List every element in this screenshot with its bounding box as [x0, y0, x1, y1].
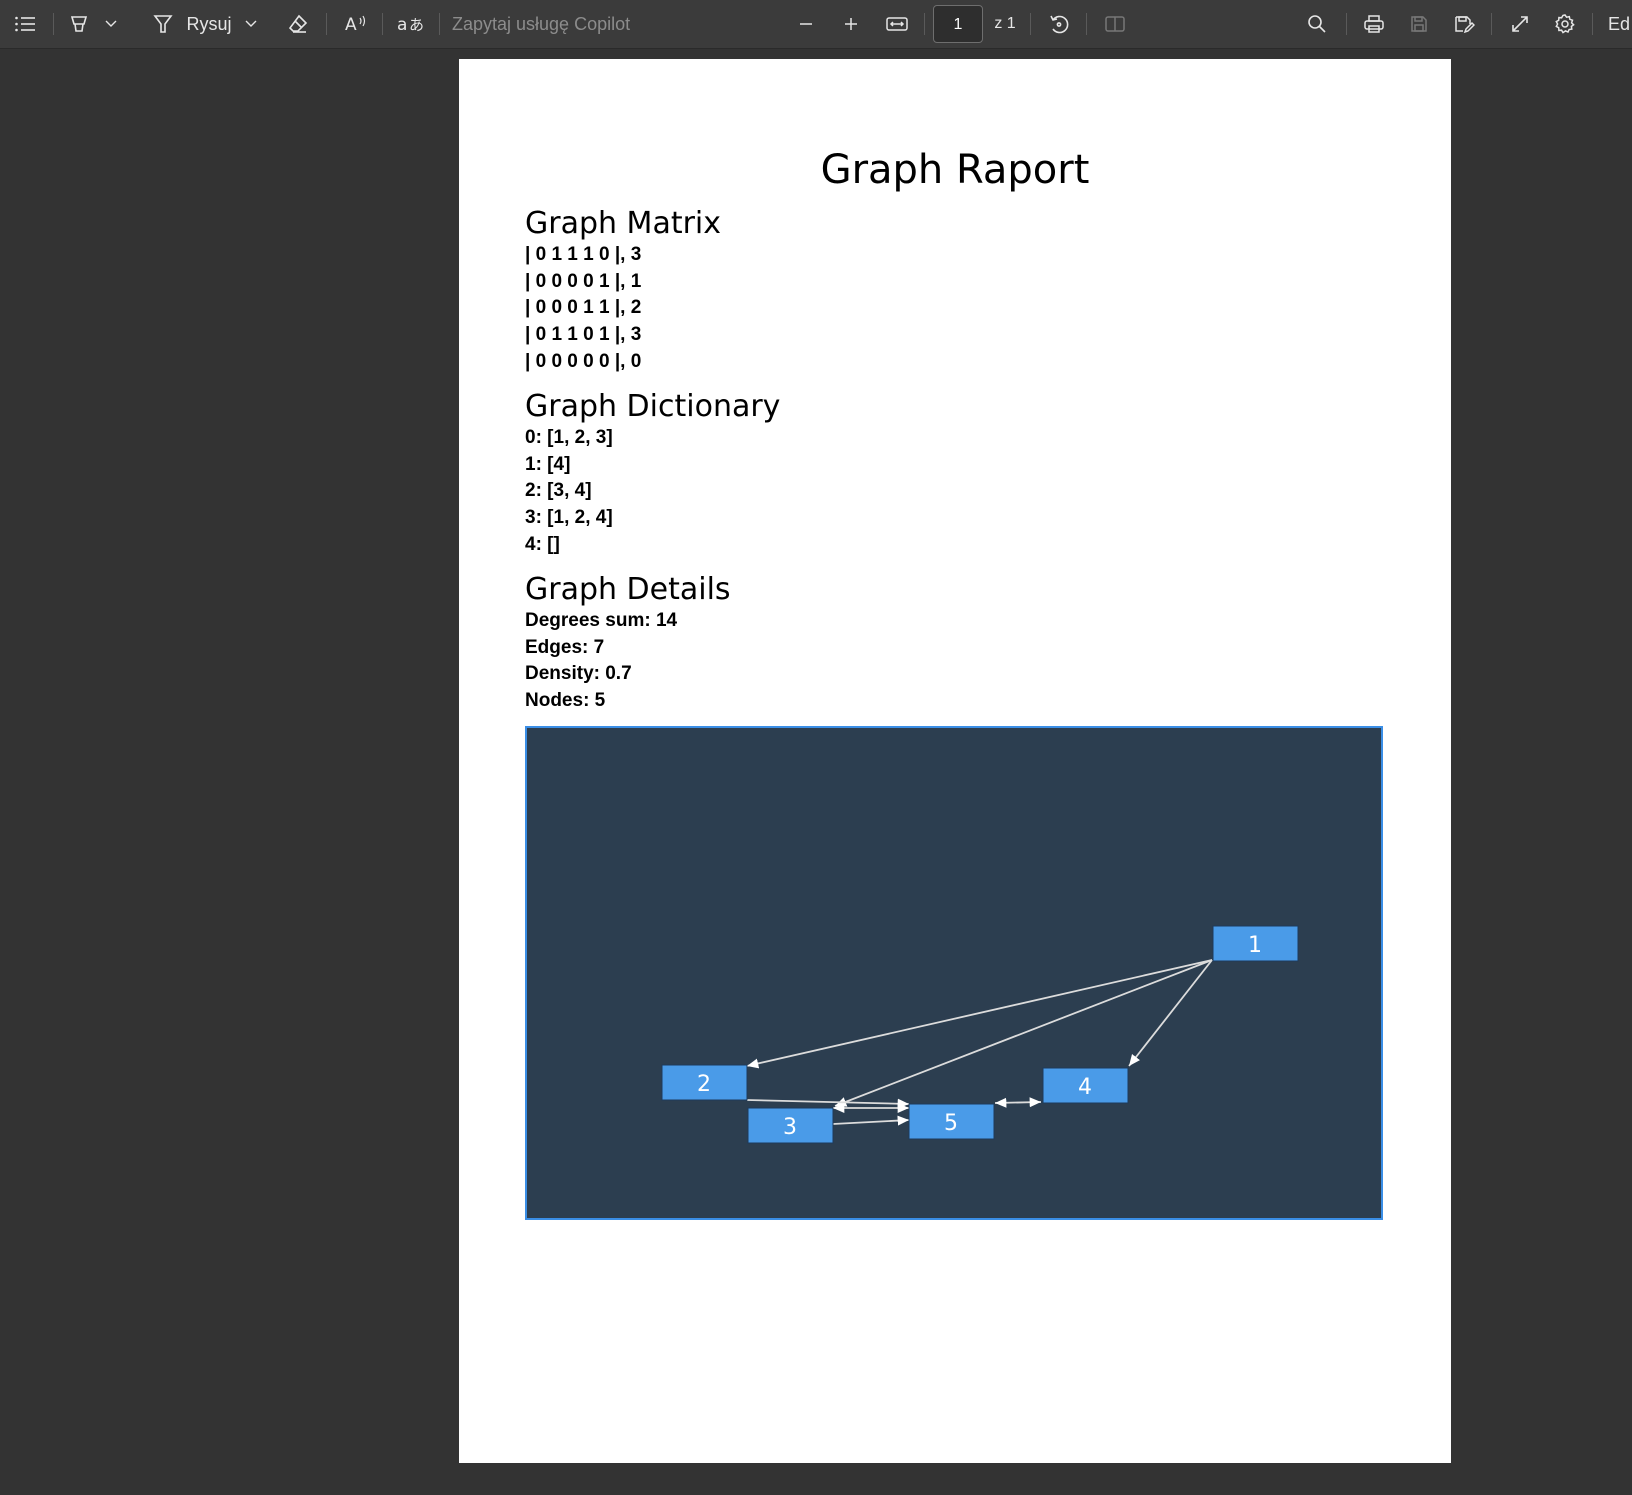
save-as-icon[interactable] [1447, 6, 1481, 42]
matrix-row: | 0 0 0 0 1 |, 1 [525, 270, 642, 292]
read-aloud-icon[interactable]: A [340, 6, 374, 42]
pdf-toolbar: Rysuj A aあ Zapytaj usługę Copilot 1 z 1 [0, 0, 1632, 49]
document-title: Graph Raport [820, 147, 1090, 193]
toolbar-divider [1086, 13, 1087, 35]
copilot-input[interactable]: Zapytaj usługę Copilot [452, 6, 722, 42]
matrix-rows: | 0 1 1 1 0 |, 3 | 0 0 0 0 1 |, 1 | 0 0 … [525, 242, 641, 375]
edge-menu-button[interactable]: Ed [1608, 6, 1632, 42]
dictionary-row: 1: [4] [525, 453, 571, 475]
draw-options-chevron-icon[interactable] [240, 6, 262, 42]
toolbar-divider [1346, 13, 1347, 35]
edge-4-5 [994, 1097, 1042, 1108]
toolbar-divider [924, 13, 925, 35]
contents-list-icon[interactable] [8, 6, 42, 42]
edge-3-5 [832, 1115, 910, 1126]
edges-count: Edges: 7 [525, 636, 605, 658]
dictionary-heading: Graph Dictionary [525, 389, 781, 424]
graph-image: 1 2 3 4 5 [525, 726, 1383, 1220]
node-label: 5 [944, 1111, 958, 1136]
dictionary-row: 4: [] [525, 533, 560, 555]
dictionary-rows: 0: [1, 2, 3] 1: [4] 2: [3, 4] 3: [1, 2, … [525, 425, 613, 558]
node-label: 4 [1078, 1075, 1092, 1100]
copilot-placeholder: Zapytaj usługę Copilot [452, 13, 631, 34]
search-icon[interactable] [1300, 6, 1334, 42]
toolbar-divider [1030, 13, 1031, 35]
dictionary-row: 3: [1, 2, 4] [525, 507, 613, 529]
node-label: 3 [783, 1115, 797, 1140]
zoom-out-icon[interactable] [790, 6, 822, 42]
fullscreen-icon[interactable] [1503, 6, 1537, 42]
node-label: 1 [1248, 933, 1262, 958]
dictionary-row: 2: [3, 4] [525, 480, 592, 502]
graph-diagram: 1 2 3 4 5 [661, 925, 1299, 1144]
two-page-view-icon [1098, 6, 1132, 42]
graph-node-5: 5 [908, 1103, 995, 1140]
zoom-in-icon[interactable] [835, 6, 867, 42]
nodes-count: Nodes: 5 [525, 690, 606, 712]
details-heading: Graph Details [525, 572, 731, 607]
toolbar-divider [1592, 13, 1593, 35]
toolbar-divider [1491, 13, 1492, 35]
pdf-page: Graph Raport Graph Matrix | 0 1 1 1 0 |,… [459, 59, 1451, 1463]
graph-node-1: 1 [1212, 925, 1299, 962]
matrix-row: | 0 0 0 1 1 |, 2 [525, 297, 642, 319]
draw-label: Rysuj [186, 13, 232, 34]
page-count: z 1 [990, 6, 1020, 42]
toolbar-divider [439, 13, 440, 35]
density-value: Density: 0.7 [525, 663, 632, 685]
svg-text:A: A [345, 15, 357, 35]
matrix-row: | 0 1 1 1 0 |, 3 [525, 244, 642, 265]
draw-button[interactable]: Rysuj [186, 6, 232, 42]
page-number-input[interactable]: 1 [933, 5, 983, 43]
degrees-sum: Degrees sum: 14 [525, 610, 678, 631]
graph-node-3: 3 [747, 1107, 834, 1144]
matrix-heading: Graph Matrix [525, 206, 722, 241]
settings-gear-icon[interactable] [1548, 6, 1582, 42]
rotate-icon[interactable] [1042, 6, 1076, 42]
fit-width-icon[interactable] [880, 6, 914, 42]
translate-icon[interactable]: aあ [394, 6, 428, 42]
highlight-options-chevron-icon[interactable] [100, 6, 122, 42]
edge-2-5 [746, 1098, 910, 1109]
graph-node-4: 4 [1042, 1067, 1129, 1104]
svg-text:あ: あ [409, 16, 424, 34]
node-label: 2 [697, 1072, 711, 1097]
matrix-row: | 0 1 1 0 1 |, 3 [525, 324, 642, 346]
matrix-row: | 0 0 0 0 0 |, 0 [525, 350, 642, 372]
eraser-icon[interactable] [282, 6, 314, 42]
highlighter-icon[interactable] [64, 6, 94, 42]
toolbar-divider [326, 13, 327, 35]
details-rows: Degrees sum: 14 Edges: 7 Density: 0.7 No… [525, 608, 677, 715]
toolbar-divider [53, 13, 54, 35]
toolbar-divider [382, 13, 383, 35]
draw-pen-icon[interactable] [148, 6, 178, 42]
dictionary-row: 0: [1, 2, 3] [525, 427, 613, 448]
save-icon [1402, 6, 1436, 42]
page-count-label: z 1 [994, 15, 1016, 32]
print-icon[interactable] [1357, 6, 1391, 42]
svg-text:a: a [397, 15, 407, 35]
graph-node-2: 2 [661, 1064, 748, 1101]
edge-label: Ed [1608, 13, 1631, 34]
